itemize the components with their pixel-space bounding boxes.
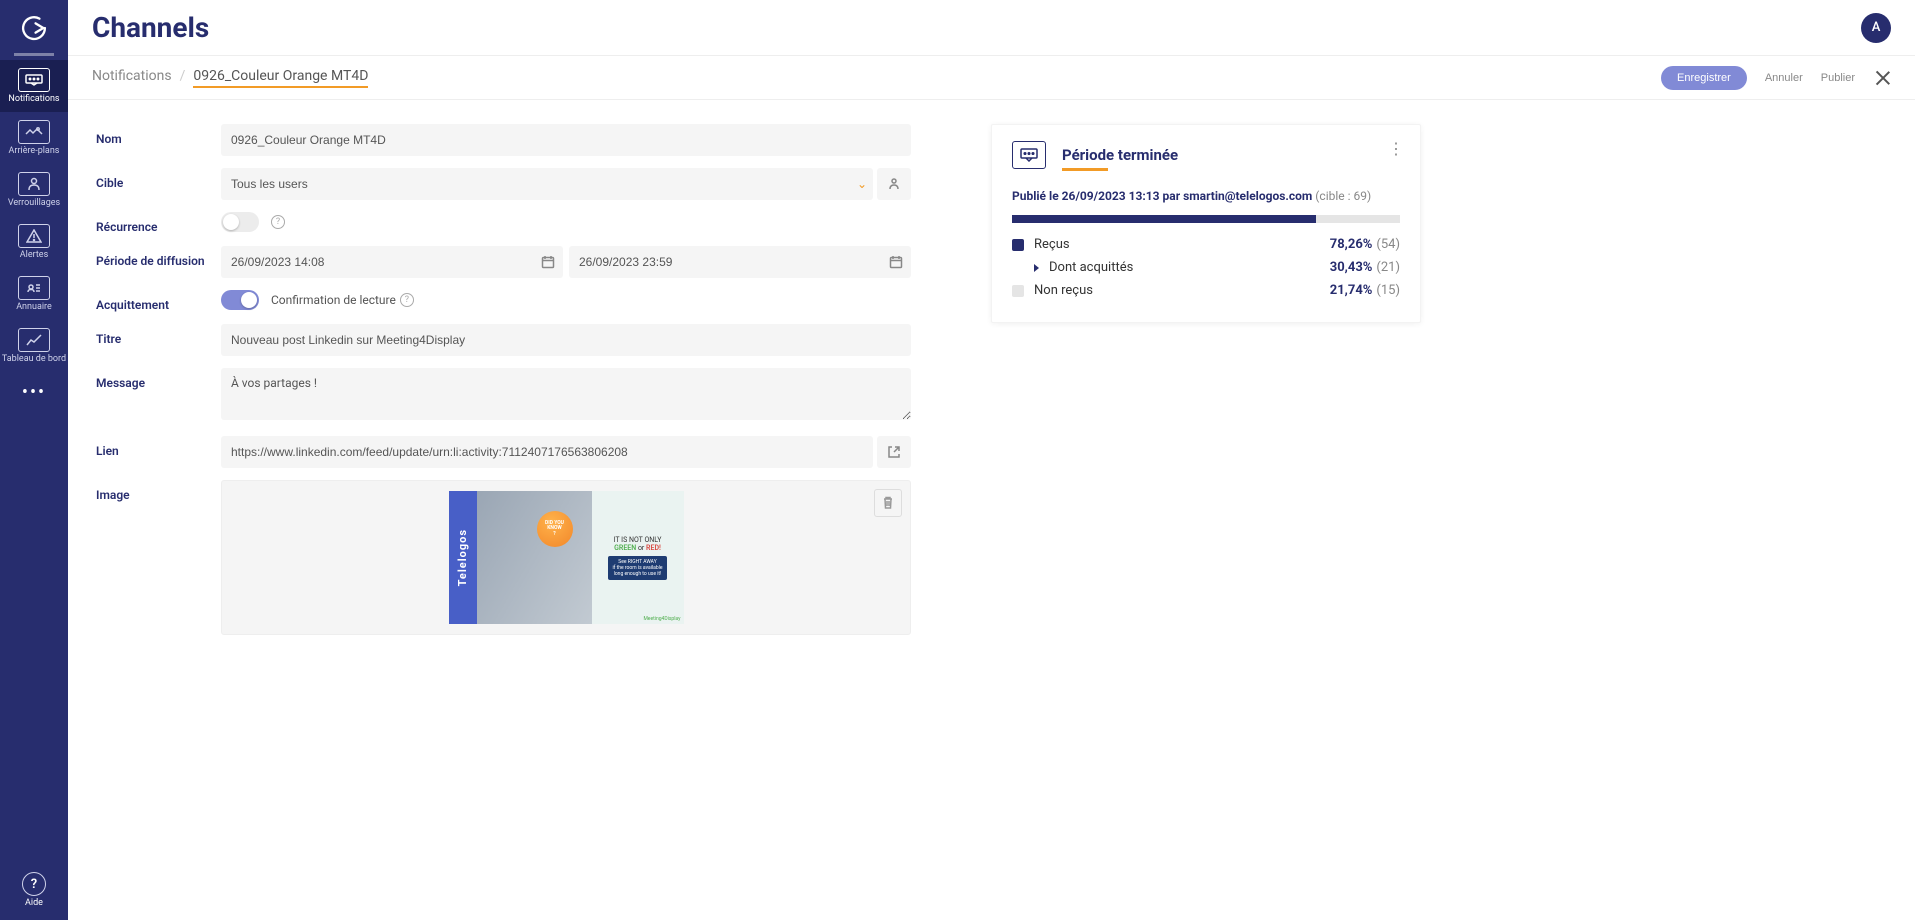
calendar-end-button[interactable] (881, 246, 911, 278)
card-menu-icon[interactable]: ⋮ (1388, 139, 1404, 158)
sidebar-item-label: Tableau de bord (2, 354, 66, 364)
stat-label: Non reçus (1034, 283, 1093, 298)
sidebar-footer: ? Aide (22, 872, 46, 920)
sidebar-nav: Notifications Arrière-plans Verrouillage… (0, 60, 68, 872)
message-textarea[interactable]: À vos partages ! (221, 368, 911, 420)
chevron-right-icon (1034, 264, 1039, 272)
label-titre: Titre (96, 324, 221, 346)
stat-pct: 21,74% (1330, 283, 1373, 298)
calendar-start-button[interactable] (533, 246, 563, 278)
img-right-panel: IT IS NOT ONLY GREEN or RED! See RIGHT A… (592, 491, 684, 624)
subheader: Notifications / 0926_Couleur Orange MT4D… (68, 56, 1915, 100)
sidebar: Notifications Arrière-plans Verrouillage… (0, 0, 68, 920)
stat-count: (15) (1376, 283, 1400, 298)
stat-pct: 30,43% (1330, 260, 1373, 275)
recurrence-toggle[interactable] (221, 212, 259, 232)
confirm-read-label: Confirmation de lecture (271, 293, 396, 307)
sidebar-item-alerts[interactable]: Alertes (0, 216, 68, 268)
help-icon[interactable]: ? (22, 872, 46, 896)
save-button[interactable]: Enregistrer (1661, 66, 1747, 90)
stats-column: ⋮ Période terminée Publié le 26/09/2023 … (991, 124, 1421, 896)
label-nom: Nom (96, 124, 221, 146)
acquittement-toggle[interactable] (221, 290, 259, 310)
sidebar-item-locks[interactable]: Verrouillages (0, 164, 68, 216)
cible-target-button[interactable] (877, 168, 911, 200)
sidebar-more[interactable]: ••• (0, 372, 68, 412)
sidebar-item-label: Notifications (8, 94, 59, 104)
img-brand: Telelogos (456, 529, 469, 586)
stat-count: (54) (1376, 237, 1400, 252)
breadcrumb-separator: / (180, 68, 186, 84)
label-periode: Période de diffusion (96, 246, 221, 268)
legend-square-grey (1012, 285, 1024, 297)
label-cible: Cible (96, 168, 221, 190)
stat-count: (21) (1376, 260, 1400, 275)
chevron-down-icon: ⌄ (857, 177, 867, 191)
page-title: Channels (92, 11, 209, 44)
nom-input[interactable] (221, 124, 911, 156)
lien-input[interactable] (221, 436, 873, 468)
period-end-input[interactable] (569, 246, 881, 278)
preview-thumbnail[interactable]: Telelogos DID YOU KNOW ? IT IS NO (449, 491, 684, 624)
progress-bar (1012, 215, 1400, 223)
sidebar-item-dashboard[interactable]: Tableau de bord (0, 320, 68, 372)
label-message: Message (96, 368, 221, 390)
breadcrumb: Notifications / 0926_Couleur Orange MT4D (92, 68, 368, 88)
label-acquittement: Acquittement (96, 290, 221, 312)
alerts-icon (18, 224, 50, 248)
sidebar-item-directory[interactable]: Annuaire (0, 268, 68, 320)
image-preview: Telelogos DID YOU KNOW ? IT IS NO (221, 480, 911, 635)
breadcrumb-parent[interactable]: Notifications (92, 68, 172, 84)
card-notification-icon (1012, 141, 1046, 169)
sidebar-item-label: Annuaire (16, 302, 52, 312)
label-recurrence: Récurrence (96, 212, 221, 234)
delete-image-button[interactable] (874, 489, 902, 517)
label-image: Image (96, 480, 221, 502)
notifications-icon (18, 68, 50, 92)
sidebar-item-backgrounds[interactable]: Arrière-plans (0, 112, 68, 164)
info-icon[interactable]: ? (271, 215, 285, 229)
breadcrumb-current: 0926_Couleur Orange MT4D (193, 68, 368, 88)
label-lien: Lien (96, 436, 221, 458)
card-published-info: Publié le 26/09/2023 13:13 par smartin@t… (1012, 189, 1400, 203)
stat-row-notreceived: Non reçus 21,74%(15) (1012, 283, 1400, 298)
stat-row-ack[interactable]: Dont acquittés 30,43%(21) (1012, 260, 1400, 275)
stat-row-received: Reçus 78,26%(54) (1012, 237, 1400, 252)
locks-icon (18, 172, 50, 196)
help-label: Aide (25, 898, 43, 908)
cible-select[interactable] (221, 168, 873, 200)
sidebar-item-label: Arrière-plans (9, 146, 60, 156)
directory-icon (18, 276, 50, 300)
app-logo[interactable] (14, 8, 54, 56)
stat-label: Dont acquittés (1049, 260, 1133, 275)
avatar[interactable]: A (1861, 13, 1891, 43)
close-icon[interactable] (1873, 69, 1891, 87)
cancel-button[interactable]: Annuler (1765, 72, 1803, 84)
sidebar-item-label: Alertes (20, 250, 48, 260)
card-title: Période terminée (1062, 146, 1178, 164)
stats-card: ⋮ Période terminée Publié le 26/09/2023 … (991, 124, 1421, 323)
action-bar: Enregistrer Annuler Publier (1661, 66, 1891, 90)
img-bubble: DID YOU KNOW ? (537, 511, 573, 547)
stat-label: Reçus (1034, 237, 1070, 252)
sidebar-item-label: Verrouillages (8, 198, 60, 208)
publish-button[interactable]: Publier (1821, 72, 1855, 84)
form-column: Nom Cible ⌄ (96, 124, 911, 896)
dashboard-icon (18, 328, 50, 352)
stat-pct: 78,26% (1330, 237, 1373, 252)
sidebar-item-notifications[interactable]: Notifications (0, 60, 68, 112)
info-icon[interactable]: ? (400, 293, 414, 307)
open-link-button[interactable] (877, 436, 911, 468)
titre-input[interactable] (221, 324, 911, 356)
header: Channels A (68, 0, 1915, 56)
backgrounds-icon (18, 120, 50, 144)
period-start-input[interactable] (221, 246, 533, 278)
legend-square-blue (1012, 239, 1024, 251)
